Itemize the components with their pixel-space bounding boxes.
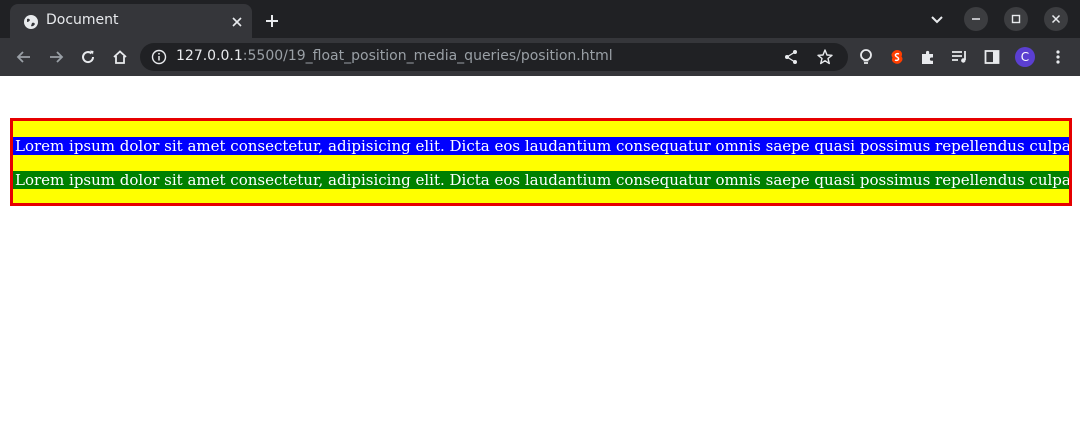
tab-strip: Document [0,0,1080,38]
globe-icon [24,15,38,29]
position-container: Lorem ipsum dolor sit amet consectetur, … [10,118,1072,206]
plus-icon[interactable] [262,11,282,31]
tab-title: Document [46,12,119,28]
home-icon[interactable] [110,47,130,67]
maximize-icon[interactable] [1004,7,1028,31]
svelte-icon[interactable] [887,47,907,67]
info-icon[interactable] [151,49,167,65]
star-icon[interactable] [816,48,834,66]
close-icon[interactable] [229,14,245,30]
side-panel-icon[interactable] [982,47,1002,67]
kebab-menu-icon[interactable] [1048,47,1068,67]
address-bar[interactable]: 127.0.0.1:5500/19_float_position_media_q… [140,43,848,71]
media-control-icon[interactable] [950,47,970,67]
reload-icon[interactable] [78,47,98,67]
box-one: Lorem ipsum dolor sit amet consectetur, … [13,137,1069,155]
avatar[interactable]: C [1015,47,1035,67]
close-window-icon[interactable] [1044,7,1068,31]
back-icon[interactable] [14,47,34,67]
puzzle-icon[interactable] [918,47,938,67]
url-path: :5500/19_float_position_media_queries/po… [242,48,613,64]
tab-document[interactable]: Document [10,4,252,38]
lightbulb-icon[interactable] [856,47,876,67]
forward-icon[interactable] [46,47,66,67]
url-host: 127.0.0.1 [176,48,243,64]
page-viewport: Lorem ipsum dolor sit amet consectetur, … [0,76,1080,430]
url-text[interactable]: 127.0.0.1:5500/19_float_position_media_q… [176,48,613,64]
box-two: Lorem ipsum dolor sit amet consectetur, … [13,171,1069,189]
minimize-icon[interactable] [964,7,988,31]
share-icon[interactable] [783,49,799,65]
chevron-down-icon[interactable] [928,13,946,27]
